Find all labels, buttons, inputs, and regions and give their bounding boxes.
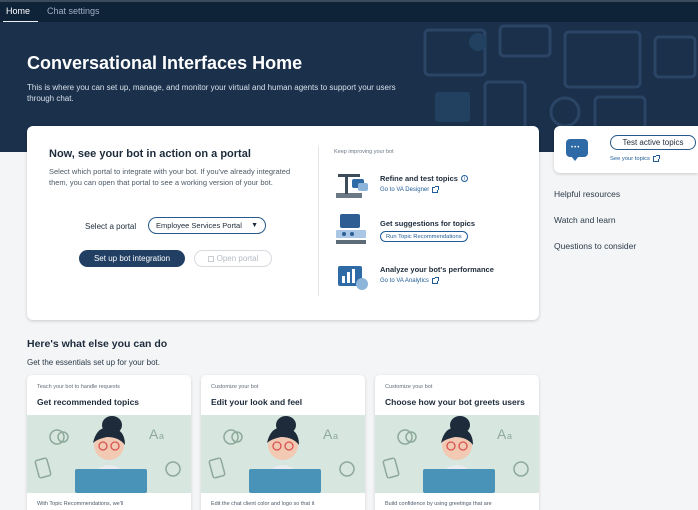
- person-at-laptop-illustration: A a: [375, 415, 539, 493]
- test-active-topics-button[interactable]: Test active topics: [610, 135, 696, 150]
- chat-bubble-icon: •••: [566, 139, 588, 161]
- portal-select-label: Select a portal: [85, 222, 137, 231]
- feature-card-description: Build confidence by using greetings that…: [385, 501, 492, 507]
- portal-setup-card: Now, see your bot in action on a portal …: [27, 126, 539, 320]
- open-portal-label: Open portal: [216, 254, 259, 263]
- questions-to-consider-link[interactable]: Questions to consider: [554, 241, 636, 251]
- feature-card-eyebrow: Teach your bot to handle requests: [37, 384, 120, 390]
- page-subtitle: This is where you can set up, manage, an…: [27, 83, 396, 103]
- portal-card-title: Now, see your bot in action on a portal: [49, 148, 251, 160]
- svg-text:A: A: [497, 426, 507, 442]
- keep-improving-label: Keep improving your bot: [334, 149, 394, 155]
- feature-card-eyebrow: Customize your bot: [385, 384, 433, 390]
- feature-card-description: Edit the chat client color and logo so t…: [211, 501, 315, 507]
- topic-suggestions-item: Get suggestions for topics Run Topic Rec…: [334, 214, 534, 254]
- svg-text:a: a: [159, 431, 164, 441]
- feature-card-title: Edit your look and feel: [211, 397, 303, 407]
- va-designer-link-label: Go to VA Designer: [380, 187, 430, 193]
- external-link-icon: [432, 186, 440, 193]
- va-analytics-link[interactable]: Go to VA Analytics: [380, 277, 439, 284]
- va-designer-link[interactable]: Go to VA Designer: [380, 186, 440, 193]
- topic-recommendations-icon: [336, 214, 366, 244]
- feature-card-title: Get recommended topics: [37, 397, 140, 407]
- info-icon[interactable]: i: [460, 175, 468, 182]
- analytics-chart-icon: [338, 266, 368, 290]
- topic-suggestions-title: Get suggestions for topics: [380, 219, 476, 228]
- portal-select-value: Employee Services Portal: [156, 221, 242, 230]
- feature-card-recommended-topics[interactable]: Teach your bot to handle requests Get re…: [27, 375, 191, 510]
- caret-down-icon: ▼: [251, 222, 258, 229]
- tab-chat-settings[interactable]: Chat settings: [47, 6, 100, 16]
- person-at-laptop-icon: A a: [208, 416, 355, 493]
- svg-text:A: A: [149, 426, 159, 442]
- feature-card-greetings[interactable]: Customize your bot Choose how your bot g…: [375, 375, 539, 510]
- va-analytics-link-label: Go to VA Analytics: [380, 278, 429, 284]
- page-title: Conversational Interfaces Home: [27, 53, 303, 73]
- section-subtitle: Get the essentials set up for your bot.: [27, 358, 160, 367]
- card-divider: [318, 146, 319, 296]
- helpful-resources-link[interactable]: Helpful resources: [554, 189, 620, 199]
- open-portal-button[interactable]: Open portal: [194, 250, 272, 267]
- person-at-laptop-icon: A a: [34, 416, 181, 493]
- designer-tool-icon: [336, 174, 368, 198]
- analyze-performance-title: Analyze your bot's performance: [380, 265, 494, 274]
- analyze-performance-item: Analyze your bot's performance Go to VA …: [334, 260, 534, 300]
- test-topics-card: ••• Test active topics See your topics: [554, 126, 698, 173]
- svg-text:a: a: [333, 431, 338, 441]
- tab-home[interactable]: Home: [6, 6, 30, 16]
- portal-select-dropdown[interactable]: Employee Services Portal ▼: [148, 217, 266, 234]
- refine-topics-label: Refine and test topics: [380, 174, 458, 183]
- feature-card-look-and-feel[interactable]: Customize your bot Edit your look and fe…: [201, 375, 365, 510]
- watch-and-learn-link[interactable]: Watch and learn: [554, 215, 616, 225]
- refine-topics-item: Refine and test topics i Go to VA Design…: [334, 169, 534, 209]
- svg-text:A: A: [323, 426, 333, 442]
- external-link-icon: [207, 255, 214, 262]
- run-topic-recommendations-button[interactable]: Run Topic Recommendations: [380, 231, 468, 242]
- svg-text:a: a: [507, 431, 512, 441]
- person-at-laptop-icon: A a: [382, 416, 529, 493]
- portal-card-description: Select which portal to integrate with yo…: [49, 167, 291, 187]
- person-at-laptop-illustration: A a: [201, 415, 365, 493]
- feature-card-description: With Topic Recommendations, we'll: [37, 501, 124, 507]
- top-tab-bar: Home Chat settings: [0, 0, 698, 23]
- see-your-topics-link[interactable]: See your topics: [610, 155, 660, 162]
- external-link-icon: [652, 155, 660, 162]
- feature-card-title: Choose how your bot greets users: [385, 397, 525, 407]
- section-title: Here's what else you can do: [27, 338, 168, 350]
- setup-bot-integration-button[interactable]: Set up bot integration: [79, 250, 185, 267]
- feature-card-eyebrow: Customize your bot: [211, 384, 259, 390]
- person-at-laptop-illustration: A a: [27, 415, 191, 493]
- external-link-icon: [431, 277, 439, 284]
- refine-topics-title: Refine and test topics i: [380, 174, 468, 183]
- see-your-topics-label: See your topics: [610, 156, 650, 162]
